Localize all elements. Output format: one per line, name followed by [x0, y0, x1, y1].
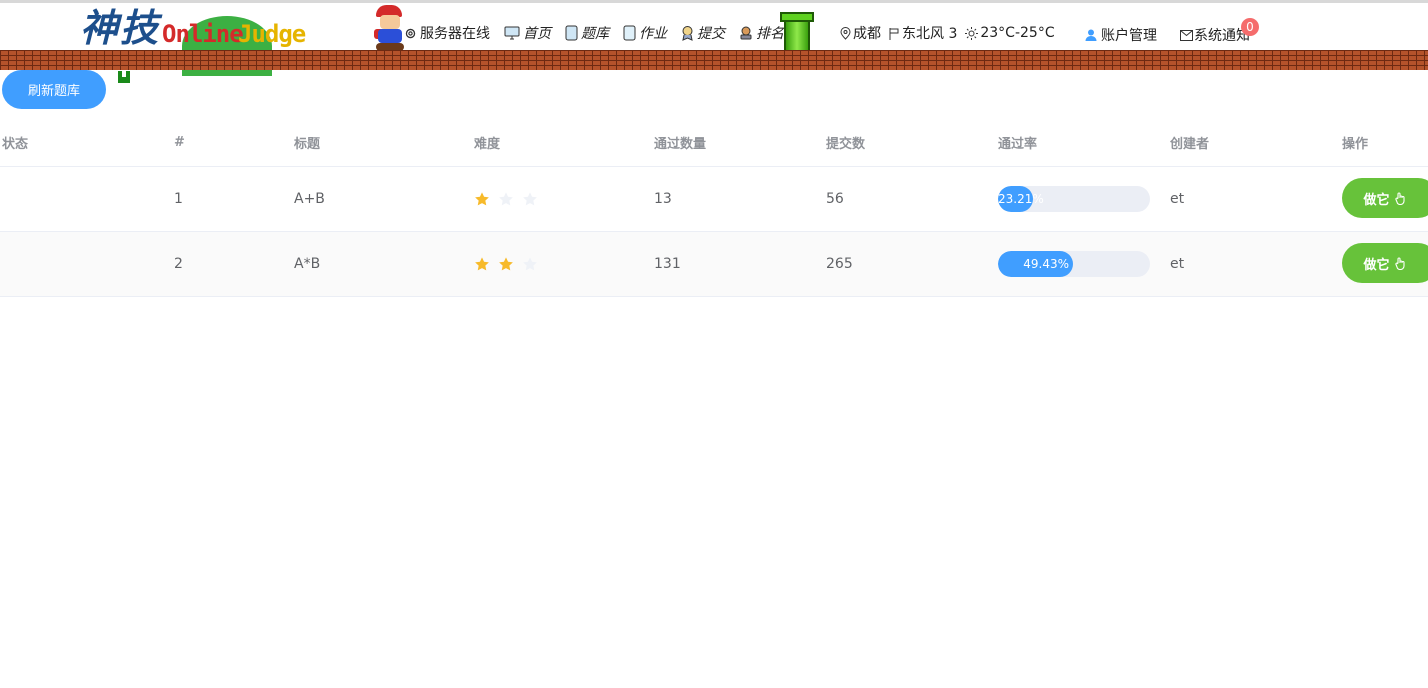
difficulty-rating — [474, 256, 546, 272]
pipe-decoration — [780, 12, 814, 53]
user-icon — [1085, 29, 1097, 41]
col-rate[interactable]: 通过率 — [998, 133, 1037, 152]
weather-temp: 23°C-25°C — [965, 25, 1055, 41]
star-filled-icon — [475, 192, 489, 206]
progress-text: 23.21% — [998, 192, 1044, 206]
star-empty-icon — [523, 192, 537, 206]
nav-label: 服务器在线 — [420, 26, 490, 42]
account-label: 账户管理 — [1101, 28, 1157, 44]
logo-judge: Judge — [238, 20, 306, 48]
cell-title[interactable]: A*B — [294, 256, 320, 272]
location-pin-icon — [840, 26, 851, 40]
gear-icon — [405, 28, 416, 38]
table-row[interactable]: 2 A*B 131 265 49.43% et 做它 — [0, 232, 1428, 297]
problem-table: 状态 # 标题 难度 通过数量 提交数 通过率 创建者 操作 1 A+B 13 … — [0, 118, 1428, 297]
progress-text: 49.43% — [1023, 257, 1069, 271]
do-it-label: 做它 — [1363, 192, 1390, 208]
nav-server-online[interactable]: 服务器在线 — [404, 23, 490, 43]
sun-icon — [965, 26, 979, 40]
col-title[interactable]: 标题 — [294, 133, 320, 152]
hand-pointer-icon — [1394, 191, 1405, 205]
nav-submit[interactable]: 提交 — [681, 23, 725, 43]
mail-icon — [1180, 29, 1193, 41]
table-header: 状态 # 标题 难度 通过数量 提交数 通过率 创建者 操作 — [0, 118, 1428, 167]
rank-icon — [740, 26, 752, 40]
cell-id: 1 — [174, 191, 183, 207]
do-it-button[interactable]: 做它 — [1342, 178, 1428, 218]
hand-pointer-icon — [1394, 256, 1405, 270]
pass-rate-progress: 49.43% — [998, 251, 1150, 277]
difficulty-rating — [474, 191, 546, 207]
col-submissions[interactable]: 提交数 — [826, 133, 865, 152]
nav-label: 首页 — [523, 26, 551, 42]
star-filled-icon — [499, 257, 513, 271]
nav-problems[interactable]: 题库 — [565, 23, 609, 43]
col-operation: 操作 — [1342, 136, 1369, 152]
nav-label: 作业 — [639, 26, 667, 42]
nav-rank[interactable]: 排名 — [739, 23, 784, 43]
site-logo[interactable]: 神技 Online Judge — [80, 5, 310, 76]
cell-author: et — [1170, 256, 1185, 272]
logo-online: Online — [162, 20, 244, 48]
weather-city: 成都 — [840, 23, 881, 43]
cell-author: et — [1170, 191, 1185, 207]
cell-title[interactable]: A+B — [294, 191, 325, 207]
nav-label: 提交 — [697, 26, 725, 42]
col-author[interactable]: 创建者 — [1170, 133, 1209, 152]
col-id[interactable]: # — [174, 135, 185, 150]
nav-label: 题库 — [581, 26, 609, 42]
logo-hanzi: 神技 — [80, 5, 161, 50]
system-notify[interactable]: 系统通知 — [1180, 25, 1250, 45]
cell-submissions: 265 — [826, 256, 853, 272]
do-it-label: 做它 — [1363, 257, 1390, 273]
col-status[interactable]: 状态 — [2, 133, 28, 152]
brick-banner — [0, 50, 1428, 70]
weather-wind: 东北风 3 — [889, 23, 957, 43]
progress-track: 49.43% — [998, 251, 1150, 277]
star-filled-icon — [475, 257, 489, 271]
star-empty-icon — [523, 257, 537, 271]
wind-flag-icon — [889, 27, 899, 40]
nav-homework[interactable]: 作业 — [623, 23, 667, 43]
account-menu[interactable]: 账户管理 — [1084, 25, 1157, 45]
monitor-icon — [504, 26, 520, 40]
star-empty-icon — [499, 192, 513, 206]
refresh-problems-button[interactable]: 刷新题库 — [2, 70, 106, 109]
top-header: 神技 Online Judge 服务器在线 首页 题库 作业 提交 排名 成都 … — [0, 0, 1428, 76]
nav-home[interactable]: 首页 — [504, 23, 551, 43]
tablet-icon — [623, 25, 636, 41]
cell-submissions: 56 — [826, 191, 844, 207]
table-row[interactable]: 1 A+B 13 56 23.21% et 做它 — [0, 167, 1428, 232]
pass-rate-progress: 23.21% — [998, 186, 1150, 212]
cell-id: 2 — [174, 256, 183, 272]
col-accepted[interactable]: 通过数量 — [654, 133, 706, 152]
medal-icon — [682, 26, 693, 41]
cell-accepted: 13 — [654, 191, 672, 207]
main-nav: 服务器在线 首页 题库 作业 提交 排名 — [404, 21, 798, 45]
notify-count-badge: 0 — [1241, 18, 1259, 36]
cell-accepted: 131 — [654, 256, 681, 272]
do-it-button[interactable]: 做它 — [1342, 243, 1428, 283]
progress-track: 23.21% — [998, 186, 1150, 212]
bookmark-icon[interactable] — [118, 71, 130, 83]
col-difficulty[interactable]: 难度 — [474, 133, 500, 152]
weather-widget: 成都 东北风 3 23°C-25°C — [840, 23, 1063, 43]
book-icon — [565, 25, 578, 41]
